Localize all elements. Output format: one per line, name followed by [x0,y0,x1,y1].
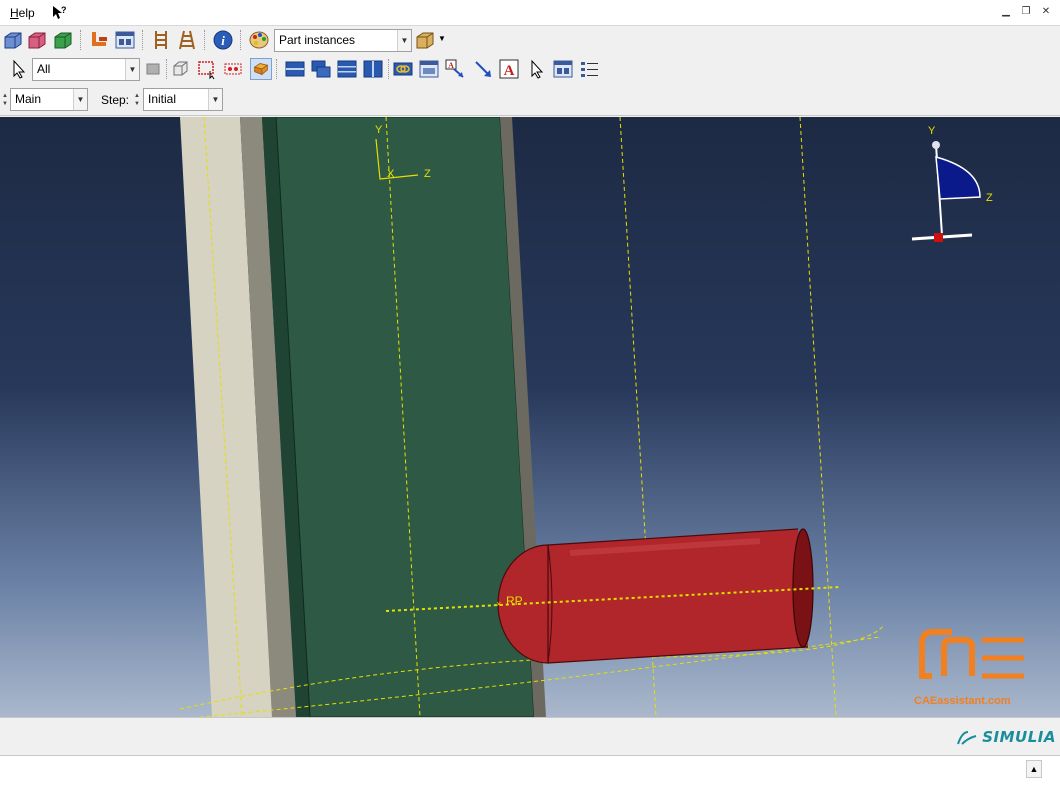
chevron-down-icon[interactable]: ▼ [397,30,411,51]
drag-shape-rectangle-icon[interactable] [196,58,218,80]
viewport-cascade-icon[interactable] [310,58,332,80]
menu-help-label: elp [18,6,35,20]
watermark-text: CAEassistant.com [914,695,1011,707]
model-canvas: Y X Z × RP Y Z [179,117,993,717]
query-info-icon[interactable]: i [212,29,234,51]
spinner-up-icon[interactable]: ▲ [2,92,10,100]
select-entity-icon[interactable] [250,58,272,80]
arrow-annotation-icon[interactable]: A [444,58,466,80]
minimize-icon[interactable]: ▁ [998,4,1014,20]
abaqus-window: Help ? ▁ ❐ ✕ i Part instances ▼ ▼ All ▼ … [0,0,1060,786]
csys-z-label: Z [424,168,431,180]
spinner-up-icon[interactable]: ▲ [134,92,142,100]
ladder-icon[interactable] [150,29,172,51]
step-value: Initial [148,92,177,106]
scroll-up-icon[interactable]: ▲ [1026,760,1042,778]
step-label: Step: [101,93,130,107]
svg-text:?: ? [61,5,67,15]
create-datum-icon[interactable] [88,29,110,51]
selection-options-icon[interactable] [142,58,164,80]
viewport-annotation-options-icon[interactable] [418,58,440,80]
close-icon[interactable]: ✕ [1038,4,1054,20]
csys-y-label: Y [375,124,383,136]
toolbar-separator [166,59,168,79]
color-code-palette-icon[interactable] [248,29,270,51]
viewport-options-icon[interactable] [552,58,574,80]
svg-text:i: i [221,33,225,48]
toolbar-separator [240,30,242,50]
display-group-create-icon[interactable] [414,29,436,51]
chevron-down-icon[interactable]: ▼ [125,59,139,80]
render-wireframe-icon[interactable] [2,29,24,51]
triad-y-label: Y [928,125,936,137]
menu-help-mnemonic: H [10,6,19,20]
message-area[interactable]: ▲ [0,755,1060,786]
chevron-down-icon[interactable]: ▼ [208,89,222,110]
toolbar-separator [388,59,390,79]
toolbar-separator [204,30,206,50]
triad-z-label: Z [986,192,993,204]
toolbar-separator [80,30,82,50]
context-bar: ▲ ▼ Main ▼ Step: ▲ ▼ Initial ▼ [0,84,1060,116]
view-triad [911,141,981,242]
toolbar-selection: All ▼ A A [0,55,1060,85]
reference-point-label: RP [506,594,523,608]
whats-this-help-icon[interactable]: ? [50,4,68,22]
render-shaded-icon[interactable] [52,29,74,51]
render-hidden-icon[interactable] [26,29,48,51]
display-group-value: Part instances [279,33,356,47]
svg-text:A: A [448,61,454,70]
model-viewport[interactable]: Y X Z × RP Y Z CAEassistant.com [0,117,1060,717]
menu-bar: Help ? ▁ ❐ ✕ [0,0,1060,26]
select-pointer-icon[interactable] [526,58,548,80]
viewport-tile-stack-icon[interactable] [336,58,358,80]
link-viewports-icon[interactable] [392,58,414,80]
viewport-tile-horizontal-icon[interactable] [284,58,306,80]
window-controls: ▁ ❐ ✕ [998,4,1054,20]
chevron-down-icon[interactable]: ▼ [73,89,87,110]
toolbar-separator [142,30,144,50]
select-arrow-icon[interactable] [8,58,30,80]
menu-help[interactable]: Help [10,6,35,20]
model-select[interactable]: Main ▼ [10,88,88,111]
green-part [275,117,535,717]
ds-logo-icon [957,730,977,745]
red-cylinder [497,528,814,664]
viewport-tile-vertical-icon[interactable] [362,58,384,80]
chevron-down-icon[interactable]: ▼ [438,34,446,43]
list-options-icon[interactable] [578,58,600,80]
watermark-logo [919,629,1024,679]
selection-filter-select[interactable]: All ▼ [32,58,140,81]
select-from-exterior-icon[interactable] [170,58,192,80]
assembly-display-icon[interactable] [114,29,136,51]
toolbar-display: i Part instances ▼ ▼ [0,26,1060,56]
spinner-down-icon[interactable]: ▼ [2,100,10,108]
toolbar-separator [276,59,278,79]
drag-select-mode-icon[interactable] [222,58,244,80]
rp-marker: × [496,599,501,609]
spinner-down-icon[interactable]: ▼ [134,100,142,108]
create-arrow-icon[interactable] [472,58,494,80]
simulia-brand: SIMULIA [956,728,1056,746]
csys-x-label: X [387,168,395,180]
ladder-tapered-icon[interactable] [176,29,198,51]
simulia-label: SIMULIA [982,728,1056,746]
model-value: Main [15,92,42,106]
restore-icon[interactable]: ❐ [1018,4,1034,20]
display-group-select[interactable]: Part instances ▼ [274,29,412,52]
step-select[interactable]: Initial ▼ [143,88,223,111]
selection-filter-value: All [37,62,51,76]
create-text-icon[interactable]: A [498,58,520,80]
status-bar: SIMULIA [0,717,1060,755]
svg-text:A: A [504,63,515,79]
